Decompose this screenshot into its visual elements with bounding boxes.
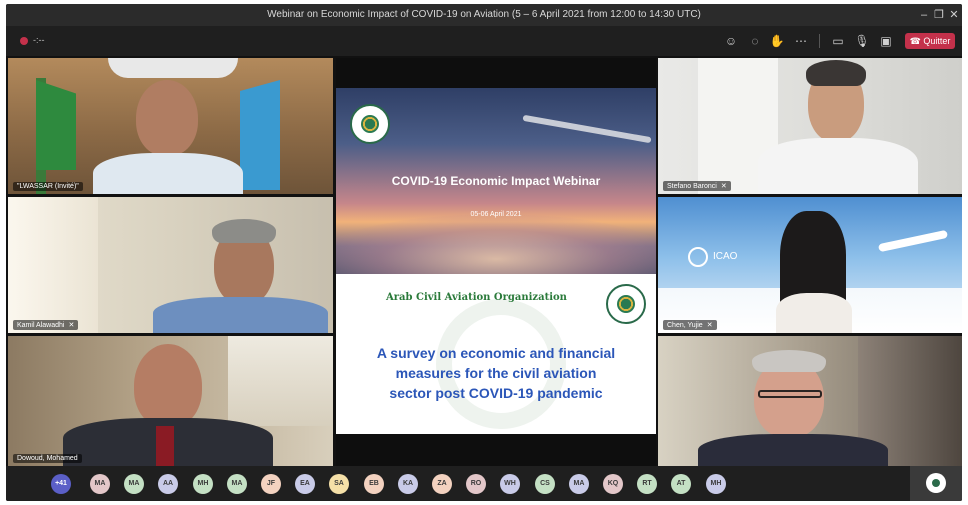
close-icon[interactable]: ✕ (946, 7, 962, 23)
slide-banner: COVID-19 Economic Impact Webinar 05-06 A… (336, 88, 656, 274)
muted-mic-icon: ✕ (706, 322, 713, 329)
video-grid: "LWASSAR (Invité)" Kamil Alawadhi ✕ Dowou… (6, 56, 962, 466)
participant-video-tile[interactable]: ICAO Chen, Yujie ✕ (658, 197, 962, 333)
airplane-wing (522, 114, 652, 144)
phone-hangup-icon: ☎ (909, 36, 921, 46)
leave-button-label: Quitter (923, 36, 951, 46)
participant-shirt (153, 297, 328, 333)
participant-avatar[interactable]: CS (535, 474, 555, 494)
microphone-icon[interactable]: 🎙 (854, 33, 870, 49)
self-view-tile[interactable] (910, 466, 962, 501)
window-light (8, 197, 98, 333)
more-participants-badge[interactable]: +41 (51, 474, 71, 494)
more-actions-icon[interactable]: ⋯ (793, 33, 809, 49)
participant-name-tag: Kamil Alawadhi ✕ (13, 320, 79, 330)
participant-avatar[interactable]: WH (500, 474, 520, 494)
acao-emblem-icon (350, 104, 390, 144)
meeting-toolbar: -:-- ☺ ◌ ✋ ⋯ ▭ 🎙 ▣ ☎ Quitter (6, 26, 962, 56)
share-screen-icon[interactable]: ▣ (878, 33, 894, 49)
maximize-icon[interactable]: ❐ (931, 7, 947, 23)
survey-line: A survey on economic and financial (376, 345, 616, 361)
leave-button[interactable]: ☎ Quitter (905, 33, 955, 49)
participant-avatar[interactable]: ZA (432, 474, 452, 494)
participant-jacket (698, 434, 888, 466)
green-flag (36, 80, 76, 170)
icao-label: ICAO (713, 251, 738, 262)
wall-emblem (108, 58, 238, 78)
icao-logo-icon (688, 247, 708, 267)
raise-hand-icon[interactable]: ✋ (769, 33, 785, 49)
participant-bar: +41 MA MA AA MH MA JF EA SA EB KA ZA RO WH CS MA KQ RT AT… (6, 466, 962, 501)
participant-avatar[interactable]: SA (329, 474, 349, 494)
participant-hair (752, 350, 826, 372)
participant-name-tag: Chen, Yujie ✕ (663, 320, 717, 330)
minimize-icon[interactable]: – (916, 7, 932, 23)
participant-avatar[interactable]: AT (671, 474, 691, 494)
participant-video-tile[interactable] (658, 336, 962, 466)
self-avatar-icon (926, 473, 946, 493)
survey-line: sector post COVID-19 pandemic (389, 385, 603, 401)
participant-avatar[interactable]: EB (364, 474, 384, 494)
participant-tie (156, 426, 174, 466)
survey-title: A survey on economic and financial measu… (336, 343, 656, 403)
meeting-timer: -:-- (33, 35, 45, 45)
recording-indicator-icon (20, 37, 28, 45)
participant-shirt (758, 138, 918, 194)
slide-content: Arab Civil Aviation Organization A surve… (336, 274, 656, 434)
participant-avatar[interactable]: MA (90, 474, 110, 494)
participant-video-tile[interactable]: Dowoud, Mohamed (8, 336, 333, 466)
window-title: Webinar on Economic Impact of COVID-19 o… (267, 9, 701, 20)
participant-shirt (93, 153, 243, 194)
participant-avatar[interactable]: JF (261, 474, 281, 494)
participant-avatar[interactable]: MH (193, 474, 213, 494)
participant-hair (212, 219, 276, 243)
cloud-layer (336, 214, 656, 274)
participant-avatar[interactable]: MH (706, 474, 726, 494)
participant-face (136, 80, 198, 156)
participant-video-tile[interactable]: Stefano Baronci ✕ (658, 58, 962, 194)
participant-avatar[interactable]: RT (637, 474, 657, 494)
participant-avatar[interactable]: KA (398, 474, 418, 494)
participant-name-tag: Dowoud, Mohamed (13, 454, 82, 463)
toolbar-divider (819, 34, 820, 48)
participants-icon[interactable]: ☺ (723, 33, 739, 49)
participant-name-tag: "LWASSAR (Invité)" (13, 182, 83, 191)
window-light (228, 336, 333, 426)
title-bar: Webinar on Economic Impact of COVID-19 o… (6, 4, 962, 26)
participant-avatar[interactable]: KQ (603, 474, 623, 494)
participant-avatar[interactable]: MA (569, 474, 589, 494)
participant-hair (806, 60, 866, 86)
participant-top (776, 293, 852, 333)
participant-avatar[interactable]: MA (124, 474, 144, 494)
participant-avatar[interactable]: MA (227, 474, 247, 494)
camera-icon[interactable]: ▭ (830, 33, 846, 49)
slide-date: 05-06 April 2021 (470, 211, 522, 218)
participant-video-tile[interactable]: "LWASSAR (Invité)" (8, 58, 333, 194)
muted-mic-icon: ✕ (68, 322, 75, 329)
participant-name-tag: Stefano Baronci ✕ (663, 181, 731, 191)
participant-glasses (758, 390, 822, 398)
survey-line: measures for the civil aviation (395, 365, 597, 381)
teams-meeting-window: Webinar on Economic Impact of COVID-19 o… (6, 4, 962, 501)
acao-emblem-icon (606, 284, 646, 324)
participant-avatar[interactable]: RO (466, 474, 486, 494)
participant-avatar[interactable]: EA (295, 474, 315, 494)
blue-flag (240, 80, 280, 190)
participant-face (134, 344, 202, 428)
slide-title: COVID-19 Economic Impact Webinar (391, 174, 601, 188)
shared-presentation[interactable]: COVID-19 Economic Impact Webinar 05-06 A… (336, 58, 656, 466)
muted-mic-icon: ✕ (720, 183, 727, 190)
chat-icon[interactable]: ◌ (747, 33, 763, 49)
participant-video-tile[interactable]: Kamil Alawadhi ✕ (8, 197, 333, 333)
organization-name: Arab Civil Aviation Organization (386, 292, 567, 303)
airplane-icon (877, 229, 949, 253)
participant-avatar[interactable]: AA (158, 474, 178, 494)
